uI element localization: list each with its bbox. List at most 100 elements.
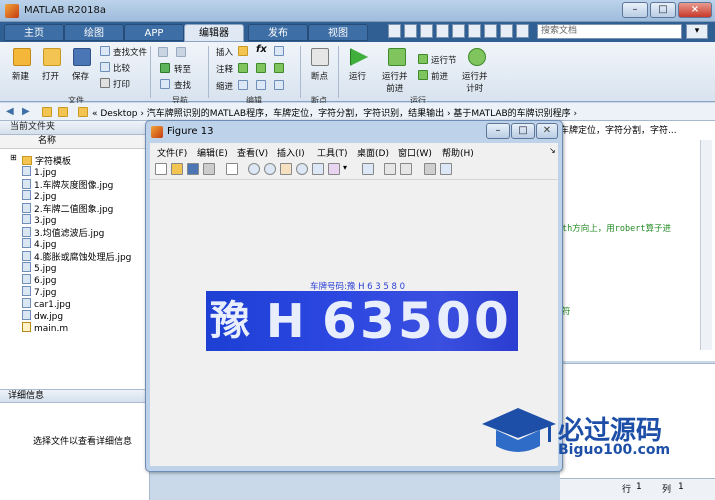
- list-item[interactable]: 2.jpg: [22, 190, 57, 202]
- advance-button[interactable]: 前进: [431, 70, 448, 82]
- uncomment-icon[interactable]: [256, 63, 266, 73]
- save-figure-icon[interactable]: [187, 163, 199, 175]
- current-path[interactable]: « Desktop › 汽车牌照识别的MATLAB程序，车牌定位，字符分割，字符…: [92, 106, 577, 119]
- open-folder-icon[interactable]: [43, 48, 61, 66]
- menu-tools[interactable]: 工具(T): [317, 146, 348, 159]
- run-and-advance-button[interactable]: 运行并 前进: [382, 70, 408, 94]
- editor-scrollbar[interactable]: [700, 140, 712, 350]
- code-comment-line[interactable]: 符: [562, 305, 571, 317]
- menu-view[interactable]: 查看(V): [237, 146, 268, 159]
- expand-icon[interactable]: ⊞: [10, 153, 17, 162]
- increase-indent-icon[interactable]: [256, 80, 266, 90]
- list-item[interactable]: car1.jpg: [22, 298, 71, 310]
- dock-arrow-icon[interactable]: ↘: [549, 146, 556, 155]
- data-cursor-icon[interactable]: [312, 163, 324, 175]
- menu-desktop[interactable]: 桌面(D): [357, 146, 389, 159]
- find-files-icon[interactable]: [100, 46, 110, 56]
- tab-apps[interactable]: APP: [124, 24, 184, 41]
- list-item[interactable]: main.m: [22, 322, 68, 334]
- comment-button[interactable]: 注释: [216, 63, 233, 75]
- brush-dropdown-icon[interactable]: ▾: [343, 163, 347, 172]
- open-button[interactable]: 打开: [42, 70, 59, 82]
- comment-icon[interactable]: [238, 63, 248, 73]
- figure-maximize-button[interactable]: □: [511, 123, 535, 139]
- insert-section-icon[interactable]: [238, 46, 248, 56]
- run-section-icon[interactable]: [418, 54, 428, 64]
- list-item[interactable]: 5.jpg: [22, 262, 57, 274]
- menu-edit[interactable]: 编辑(E): [197, 146, 228, 159]
- code-comment-line[interactable]: th方向上，用robert算子进: [562, 222, 671, 234]
- quick-redo-icon[interactable]: [468, 24, 481, 38]
- indent-button[interactable]: 缩进: [216, 80, 233, 92]
- save-button[interactable]: 保存: [72, 70, 89, 82]
- run-and-advance-icon[interactable]: [388, 48, 406, 66]
- quick-paste-icon[interactable]: [436, 24, 449, 38]
- decrease-indent-icon[interactable]: [274, 80, 284, 90]
- forward-arrow-icon[interactable]: [176, 47, 186, 57]
- back-arrow-icon[interactable]: ◀: [6, 106, 14, 117]
- search-options-button[interactable]: ▾: [686, 24, 708, 39]
- print-figure-icon[interactable]: [203, 163, 215, 175]
- quick-switch-icon[interactable]: [484, 24, 497, 38]
- quick-save-icon[interactable]: [388, 24, 401, 38]
- advance-icon[interactable]: [418, 70, 428, 80]
- list-item[interactable]: 3.jpg: [22, 214, 57, 226]
- figure-close-button[interactable]: ✕: [536, 123, 558, 139]
- tab-plots[interactable]: 绘图: [64, 24, 124, 41]
- quick-cut-icon[interactable]: [404, 24, 417, 38]
- find-files-button[interactable]: 查找文件: [113, 46, 147, 58]
- run-and-time-button[interactable]: 运行并 计时: [462, 70, 488, 94]
- list-item[interactable]: 4.jpg: [22, 238, 57, 250]
- smart-indent-icon[interactable]: [238, 80, 248, 90]
- quick-copy-icon[interactable]: [420, 24, 433, 38]
- new-figure-icon[interactable]: [155, 163, 167, 175]
- list-item[interactable]: 7.jpg: [22, 286, 57, 298]
- browse-folder-icon[interactable]: [58, 107, 68, 117]
- pointer-icon[interactable]: [226, 163, 238, 175]
- brush-icon[interactable]: [328, 163, 340, 175]
- insert-button[interactable]: 插入: [216, 46, 233, 58]
- quick-customize-icon[interactable]: [516, 24, 529, 38]
- tab-view[interactable]: 视图: [308, 24, 368, 41]
- name-column-header[interactable]: 名称: [0, 135, 149, 149]
- rotate-icon[interactable]: [296, 163, 308, 175]
- breakpoints-button[interactable]: 断点: [311, 70, 328, 82]
- editor-tab-overflow[interactable]: 车牌定位，字符分割，字符...: [560, 123, 700, 136]
- run-and-time-icon[interactable]: [468, 48, 486, 66]
- legend-icon[interactable]: [400, 163, 412, 175]
- list-item[interactable]: 1.jpg: [22, 166, 57, 178]
- goto-button[interactable]: 转至: [174, 63, 191, 75]
- save-icon[interactable]: [73, 48, 91, 66]
- tab-editor[interactable]: 编辑器: [184, 24, 244, 42]
- search-input[interactable]: 搜索文档: [537, 24, 682, 39]
- print-icon[interactable]: [100, 78, 110, 88]
- show-plot-tools-icon[interactable]: [440, 163, 452, 175]
- tab-home[interactable]: 主页: [4, 24, 64, 41]
- compare-button[interactable]: 比较: [113, 62, 130, 74]
- insert-icon[interactable]: [274, 46, 284, 56]
- forward-arrow-icon[interactable]: ▶: [22, 106, 30, 117]
- new-icon[interactable]: [13, 48, 31, 66]
- back-arrow-icon[interactable]: [158, 47, 168, 57]
- link-plot-icon[interactable]: [362, 163, 374, 175]
- find-button[interactable]: 查找: [174, 79, 191, 91]
- colorbar-icon[interactable]: [384, 163, 396, 175]
- tab-publish[interactable]: 发布: [248, 24, 308, 41]
- list-item[interactable]: 6.jpg: [22, 274, 57, 286]
- quick-help-icon[interactable]: [500, 24, 513, 38]
- menu-help[interactable]: 帮助(H): [442, 146, 474, 159]
- run-section-button[interactable]: 运行节: [431, 54, 457, 66]
- find-icon[interactable]: [160, 79, 170, 89]
- breakpoints-icon[interactable]: [311, 48, 329, 66]
- print-button[interactable]: 打印: [113, 78, 130, 90]
- figure-minimize-button[interactable]: –: [486, 123, 510, 139]
- quick-undo-icon[interactable]: [452, 24, 465, 38]
- new-button[interactable]: 新建: [12, 70, 29, 82]
- minimize-button[interactable]: –: [622, 2, 648, 18]
- goto-icon[interactable]: [160, 63, 170, 73]
- fx-button[interactable]: fx: [256, 44, 267, 55]
- wrap-comment-icon[interactable]: [274, 63, 284, 73]
- list-item[interactable]: dw.jpg: [22, 310, 63, 322]
- compare-icon[interactable]: [100, 62, 110, 72]
- menu-file[interactable]: 文件(F): [157, 146, 187, 159]
